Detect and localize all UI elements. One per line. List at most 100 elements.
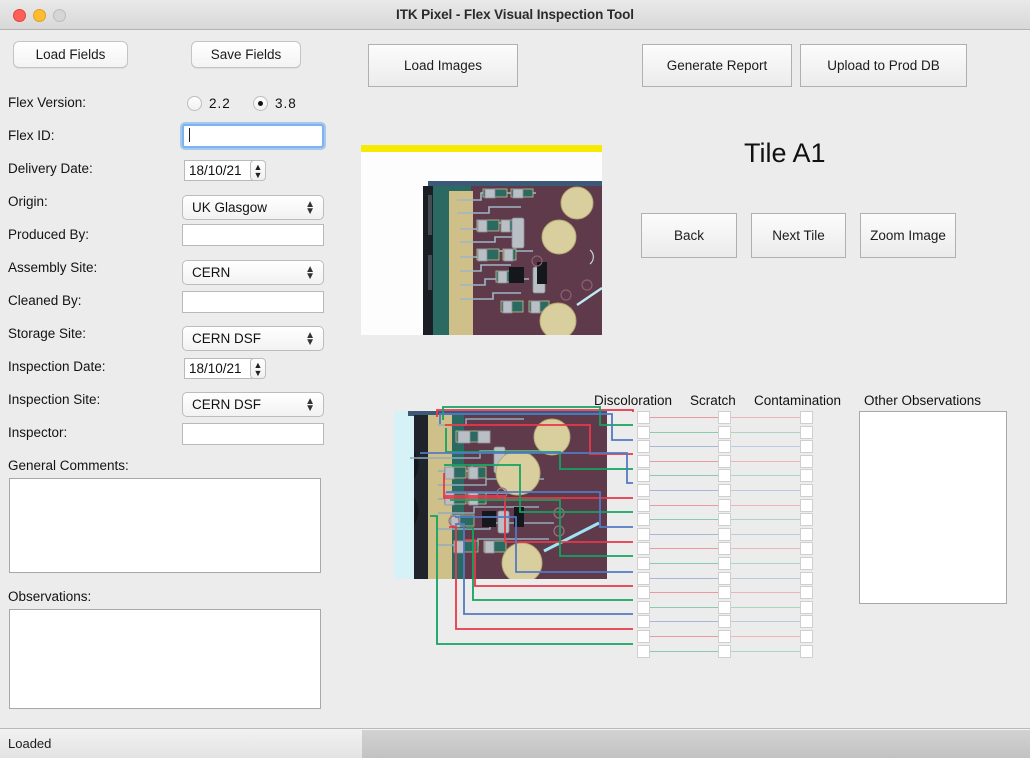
tile-image-preview[interactable] [361, 145, 602, 335]
general-comments-textarea[interactable] [9, 478, 321, 573]
defect-checkbox-discoloration-row-16[interactable] [637, 630, 650, 643]
defect-checkbox-scratch-row-9[interactable] [718, 528, 731, 541]
inspection-date-value[interactable]: 18/10/21 [184, 358, 256, 379]
defect-checkbox-contamination-row-9[interactable] [800, 528, 813, 541]
radio-label-2-2: 2.2 [209, 96, 231, 111]
defect-row-line [650, 505, 718, 506]
defect-checkbox-contamination-row-16[interactable] [800, 630, 813, 643]
storage-site-label: Storage Site: [8, 326, 87, 341]
save-fields-button[interactable]: Save Fields [191, 41, 301, 68]
defect-checkbox-discoloration-row-7[interactable] [637, 499, 650, 512]
defect-checkbox-discoloration-row-2[interactable] [637, 426, 650, 439]
defect-checkbox-contamination-row-1[interactable] [800, 411, 813, 424]
defect-checkbox-scratch-row-3[interactable] [718, 440, 731, 453]
defect-checkbox-contamination-row-8[interactable] [800, 513, 813, 526]
storage-site-select[interactable]: CERN DSF ▲ ▼ [182, 326, 324, 351]
defect-checkbox-contamination-row-13[interactable] [800, 586, 813, 599]
defect-checkbox-discoloration-row-3[interactable] [637, 440, 650, 453]
delivery-date-spinbox[interactable]: 18/10/21 ▲ ▼ [184, 160, 266, 182]
defect-checkbox-discoloration-row-8[interactable] [637, 513, 650, 526]
defect-checkbox-contamination-row-15[interactable] [800, 615, 813, 628]
defect-checkbox-scratch-row-4[interactable] [718, 455, 731, 468]
defect-checkbox-contamination-row-3[interactable] [800, 440, 813, 453]
inspection-site-select[interactable]: CERN DSF ▲ ▼ [182, 392, 324, 417]
defect-checkbox-contamination-row-10[interactable] [800, 542, 813, 555]
defect-checkbox-discoloration-row-6[interactable] [637, 484, 650, 497]
observations-textarea[interactable] [9, 609, 321, 709]
defect-checkbox-scratch-row-6[interactable] [718, 484, 731, 497]
defect-checkbox-scratch-row-10[interactable] [718, 542, 731, 555]
defect-checkbox-scratch-row-2[interactable] [718, 426, 731, 439]
defect-checkbox-discoloration-row-11[interactable] [637, 557, 650, 570]
defect-checkbox-contamination-row-17[interactable] [800, 645, 813, 658]
defect-row-line [731, 432, 800, 433]
defect-row-line [731, 548, 800, 549]
defect-checkbox-discoloration-row-15[interactable] [637, 615, 650, 628]
annotated-tile-svg [394, 411, 607, 579]
assembly-site-select[interactable]: CERN ▲ ▼ [182, 260, 324, 285]
defect-checkbox-scratch-row-8[interactable] [718, 513, 731, 526]
back-button[interactable]: Back [641, 213, 737, 258]
stepper-down-icon[interactable]: ▼ [254, 368, 263, 377]
defect-checkbox-contamination-row-5[interactable] [800, 469, 813, 482]
delivery-date-value[interactable]: 18/10/21 [184, 160, 256, 181]
zoom-image-button[interactable]: Zoom Image [860, 213, 956, 258]
defect-checkbox-contamination-row-2[interactable] [800, 426, 813, 439]
defect-checkbox-contamination-row-14[interactable] [800, 601, 813, 614]
radio-icon-2-2[interactable] [187, 96, 202, 111]
load-fields-button[interactable]: Load Fields [13, 41, 128, 68]
radio-icon-3-8[interactable] [253, 96, 268, 111]
next-tile-button[interactable]: Next Tile [751, 213, 846, 258]
defect-checkbox-scratch-row-16[interactable] [718, 630, 731, 643]
defect-row-line [650, 651, 718, 652]
defect-checkbox-scratch-row-1[interactable] [718, 411, 731, 424]
defect-checkbox-scratch-row-17[interactable] [718, 645, 731, 658]
inspection-date-stepper[interactable]: ▲ ▼ [250, 358, 266, 379]
defect-checkbox-discoloration-row-4[interactable] [637, 455, 650, 468]
defect-checkbox-discoloration-row-1[interactable] [637, 411, 650, 424]
defect-checkbox-scratch-row-7[interactable] [718, 499, 731, 512]
defect-row-line [650, 592, 718, 593]
upload-to-prod-db-button[interactable]: Upload to Prod DB [800, 44, 967, 87]
defect-checkbox-contamination-row-7[interactable] [800, 499, 813, 512]
defect-checkbox-contamination-row-6[interactable] [800, 484, 813, 497]
stepper-down-icon[interactable]: ▼ [254, 170, 263, 179]
defect-checkbox-discoloration-row-9[interactable] [637, 528, 650, 541]
defect-row-line [650, 636, 718, 637]
inspection-date-spinbox[interactable]: 18/10/21 ▲ ▼ [184, 358, 266, 380]
flex-version-radio-3-8[interactable]: 3.8 [253, 96, 297, 111]
generate-report-button[interactable]: Generate Report [642, 44, 792, 87]
defect-row-line [650, 607, 718, 608]
produced-by-input[interactable] [182, 224, 324, 246]
defect-row-line [650, 578, 718, 579]
annotated-tile-image[interactable] [394, 411, 607, 579]
inspector-input[interactable] [182, 423, 324, 445]
defect-row-line [731, 505, 800, 506]
defect-row-line [650, 534, 718, 535]
flex-id-input[interactable] [182, 124, 324, 148]
defect-checkbox-scratch-row-12[interactable] [718, 572, 731, 585]
defect-row-line [650, 490, 718, 491]
defect-checkbox-discoloration-row-10[interactable] [637, 542, 650, 555]
defect-checkbox-discoloration-row-13[interactable] [637, 586, 650, 599]
delivery-date-stepper[interactable]: ▲ ▼ [250, 160, 266, 181]
cleaned-by-input[interactable] [182, 291, 324, 313]
column-header-scratch: Scratch [690, 393, 736, 408]
defect-checkbox-scratch-row-11[interactable] [718, 557, 731, 570]
defect-checkbox-discoloration-row-14[interactable] [637, 601, 650, 614]
defect-checkbox-scratch-row-14[interactable] [718, 601, 731, 614]
defect-checkbox-discoloration-row-17[interactable] [637, 645, 650, 658]
defect-checkbox-contamination-row-12[interactable] [800, 572, 813, 585]
defect-checkbox-scratch-row-5[interactable] [718, 469, 731, 482]
defect-checkbox-discoloration-row-12[interactable] [637, 572, 650, 585]
defect-checkbox-contamination-row-4[interactable] [800, 455, 813, 468]
flex-version-radio-2-2[interactable]: 2.2 [187, 96, 231, 111]
inspection-site-label: Inspection Site: [8, 392, 101, 407]
other-observations-textarea[interactable] [859, 411, 1007, 604]
defect-checkbox-scratch-row-15[interactable] [718, 615, 731, 628]
origin-select[interactable]: UK Glasgow ▲ ▼ [182, 195, 324, 220]
load-images-button[interactable]: Load Images [368, 44, 518, 87]
defect-checkbox-discoloration-row-5[interactable] [637, 469, 650, 482]
defect-checkbox-contamination-row-11[interactable] [800, 557, 813, 570]
defect-checkbox-scratch-row-13[interactable] [718, 586, 731, 599]
